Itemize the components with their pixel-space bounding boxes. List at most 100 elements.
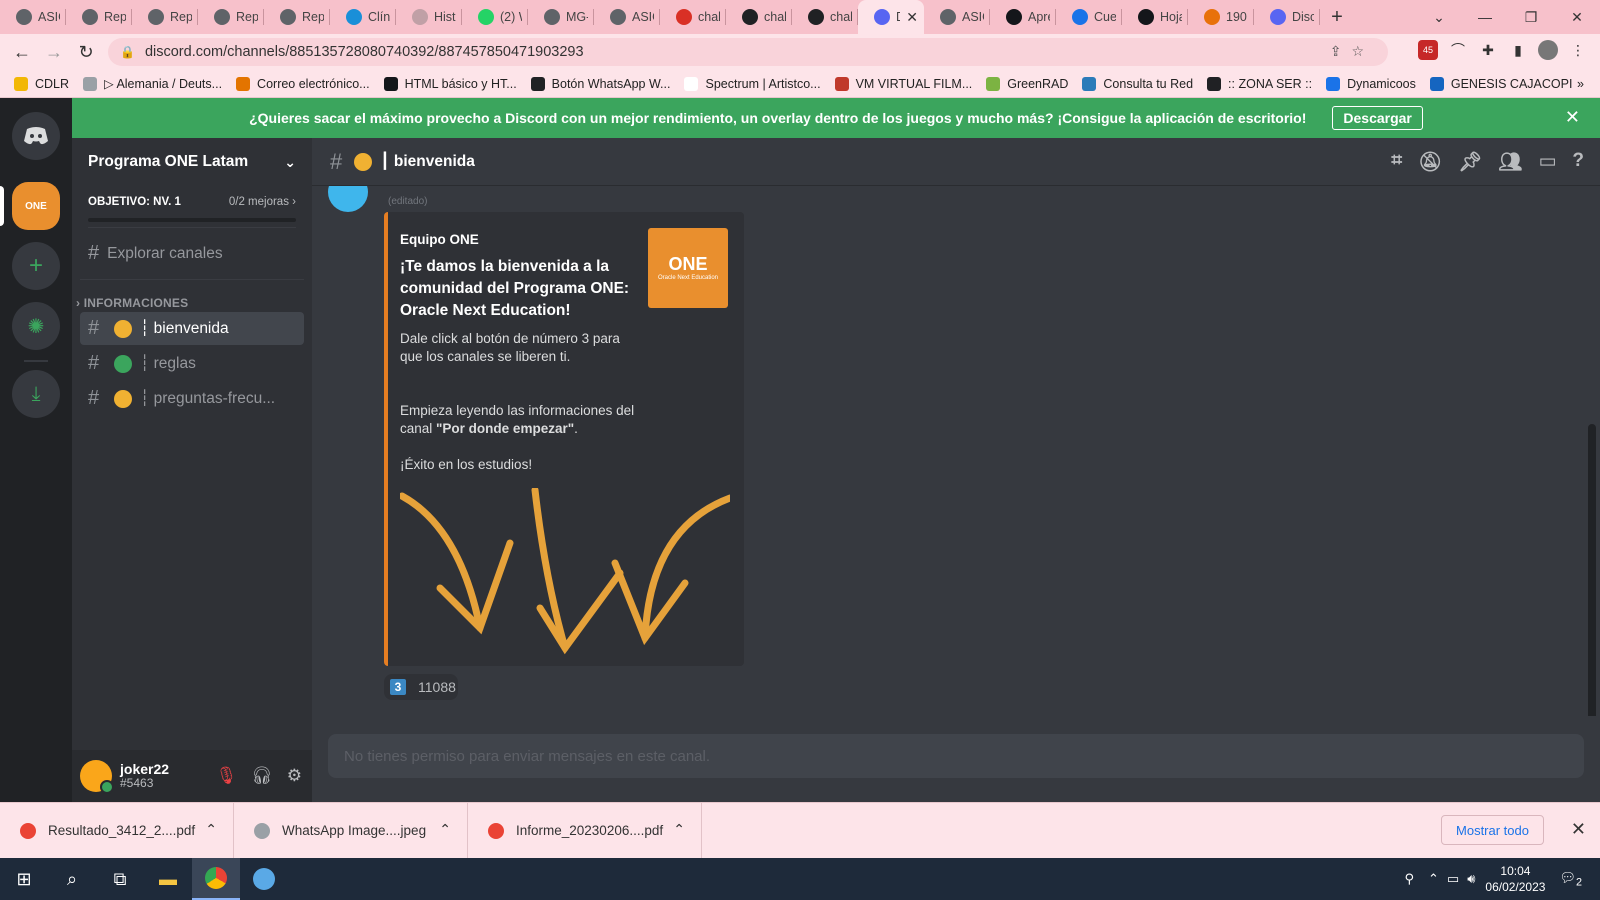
start-button[interactable]: ⊞ (0, 858, 48, 900)
scrollbar[interactable] (1588, 424, 1596, 716)
member-list-icon[interactable]: 👥︎ (1498, 150, 1522, 174)
bookmark-item[interactable]: CDLR (14, 76, 69, 91)
embed-title: ¡Te damos la bienvenida a la comunidad d… (400, 258, 630, 319)
address-bar[interactable]: 🔒 discord.com/channels/88513572808074039… (108, 38, 1388, 66)
browser-tab[interactable]: Hoja (1122, 0, 1188, 34)
side-panel-icon[interactable]: ▮ (1508, 40, 1528, 60)
bookmark-item[interactable]: :: ZONA SER :: (1207, 76, 1312, 91)
back-button[interactable]: ← (6, 42, 38, 63)
browser-tab[interactable]: Repo (66, 0, 132, 34)
bookmark-item[interactable]: HTML básico y HT... (383, 76, 517, 91)
explore-servers-icon[interactable]: ✺ (12, 302, 60, 350)
bookmark-item[interactable]: GENESIS CAJACOPI (1429, 76, 1572, 91)
embed-thumbnail-logo[interactable]: ONE Oracle Next Education (648, 228, 728, 308)
pinned-messages-icon[interactable]: 📌︎ (1458, 150, 1482, 174)
close-banner-icon[interactable]: ✕ (1565, 107, 1580, 128)
close-downloads-icon[interactable]: ✕ (1571, 819, 1586, 840)
browser-tab[interactable]: Repo (198, 0, 264, 34)
headphones-icon[interactable]: 🎧︎ (251, 766, 273, 786)
profile-avatar[interactable] (1538, 40, 1558, 60)
threads-icon[interactable]: ⌗ (1391, 150, 1402, 174)
close-tab-icon[interactable]: ✕ (906, 9, 918, 26)
browser-tab[interactable]: MG- (528, 0, 594, 34)
download-options-chevron-icon[interactable]: ⌃ (205, 821, 217, 838)
bookmark-item[interactable]: Consulta tu Red (1082, 76, 1193, 91)
bookmark-item[interactable]: VM VIRTUAL FILM... (834, 76, 972, 91)
browser-tab[interactable]: Repo (264, 0, 330, 34)
boost-goal[interactable]: OBJETIVO: NV. 1 0/2 mejoras › (88, 186, 296, 228)
download-item[interactable]: Informe_20230206....pdf ⌃ (468, 802, 702, 859)
explore-channels-button[interactable]: # Explorar canales (80, 228, 304, 280)
minimize-button[interactable]: — (1462, 9, 1508, 25)
download-options-chevron-icon[interactable]: ⌃ (439, 821, 451, 838)
show-all-downloads-button[interactable]: Mostrar todo (1441, 815, 1544, 845)
show-hidden-icons[interactable]: ⌃ (1428, 871, 1439, 887)
channel-item[interactable]: # ┆ reglas (80, 347, 304, 380)
search-icon[interactable]: ⌕ (48, 858, 96, 900)
bookmark-item[interactable]: ▷ Alemania / Deuts... (83, 76, 222, 91)
forward-button[interactable]: → (38, 42, 70, 63)
tab-search-icon[interactable]: ⌄ (1416, 9, 1462, 26)
extensions-puzzle-icon[interactable]: ✚ (1478, 40, 1498, 60)
share-star-icons[interactable]: ⇪☆ (1330, 43, 1374, 60)
browser-tab[interactable]: Clíni (330, 0, 396, 34)
download-item[interactable]: Resultado_3412_2....pdf ⌃ (0, 802, 234, 859)
tab-active[interactable]: D✕ (858, 0, 924, 34)
download-item[interactable]: WhatsApp Image....jpeg ⌃ (234, 802, 468, 859)
channel-item[interactable]: # ┆ preguntas-frecu... (80, 382, 304, 415)
help-icon[interactable]: ? (1572, 150, 1584, 174)
clock[interactable]: 10:04 06/02/2023 (1485, 863, 1545, 895)
inbox-icon[interactable]: ▭ (1538, 150, 1556, 174)
bookmark-item[interactable]: Botón WhatsApp W... (530, 76, 670, 91)
reaction-3[interactable]: 3 11088 (384, 674, 458, 700)
avatar[interactable] (80, 760, 114, 794)
discord-home-icon[interactable] (12, 112, 60, 160)
notification-bell-icon[interactable]: 🔕︎ (1418, 150, 1442, 174)
add-server-icon[interactable]: + (12, 242, 60, 290)
browser-tab[interactable]: Apre (990, 0, 1056, 34)
browser-tab[interactable]: chall (792, 0, 858, 34)
download-apps-icon[interactable]: ⤓ (12, 370, 60, 418)
browser-tab[interactable]: Histo (396, 0, 462, 34)
app-taskbar-icon[interactable] (240, 858, 288, 900)
chrome-taskbar-icon[interactable] (192, 858, 240, 900)
bookmark-item[interactable]: Correo electrónico... (236, 76, 370, 91)
browser-tab[interactable]: Cuer (1056, 0, 1122, 34)
settings-gear-icon[interactable]: ⚙ (287, 766, 302, 786)
more-bookmarks-icon[interactable]: » (1577, 77, 1584, 91)
browser-tab[interactable]: 190. (1188, 0, 1254, 34)
server-header[interactable]: Programa ONE Latam ⌄ (72, 138, 312, 186)
network-icon[interactable]: ▭ (1447, 871, 1459, 887)
download-button[interactable]: Descargar (1332, 106, 1423, 130)
file-explorer-icon[interactable]: ▬ (144, 858, 192, 900)
close-window-button[interactable]: ✕ (1554, 9, 1600, 26)
browser-tab[interactable]: Repo (132, 0, 198, 34)
browser-tab[interactable]: (2) W (462, 0, 528, 34)
browser-tab[interactable]: chall (660, 0, 726, 34)
notifications-icon[interactable]: 💬︎2 (1559, 870, 1582, 889)
bookmark-item[interactable]: GreenRAD (986, 76, 1068, 91)
browser-tab[interactable]: Disc (1254, 0, 1320, 34)
download-options-chevron-icon[interactable]: ⌃ (673, 821, 685, 838)
bookmark-item[interactable]: Dynamicoos (1326, 76, 1416, 91)
channel-item[interactable]: # ┆ bienvenida (80, 312, 304, 345)
browser-tab[interactable]: ASIG (594, 0, 660, 34)
user-info[interactable]: joker22 #5463 (120, 762, 169, 790)
extension-arc-icon[interactable]: ⌒ (1448, 40, 1468, 60)
extension-adblock-icon[interactable]: 45 (1418, 40, 1438, 60)
bookmark-item[interactable]: Spectrum | Artistco... (684, 76, 821, 91)
task-view-icon[interactable]: ⧉ (96, 858, 144, 900)
browser-tab[interactable]: ASIG (0, 0, 66, 34)
browser-tab[interactable]: chall (726, 0, 792, 34)
people-icon[interactable]: ⚲ (1404, 871, 1414, 887)
reload-button[interactable]: ↻ (70, 42, 102, 63)
server-one-icon[interactable]: ONE (12, 182, 60, 230)
author-avatar[interactable] (328, 186, 368, 212)
browser-tab[interactable]: ASIG (924, 0, 990, 34)
chrome-menu-icon[interactable]: ⋮ (1568, 40, 1588, 60)
new-tab-button[interactable]: + (1320, 6, 1354, 29)
category-informaciones[interactable]: › INFORMACIONES (76, 296, 312, 310)
volume-icon[interactable]: 🔊︎ (1467, 871, 1475, 887)
mute-mic-icon[interactable]: 🎙︎ (216, 766, 238, 786)
restore-button[interactable]: ❐ (1508, 9, 1554, 26)
